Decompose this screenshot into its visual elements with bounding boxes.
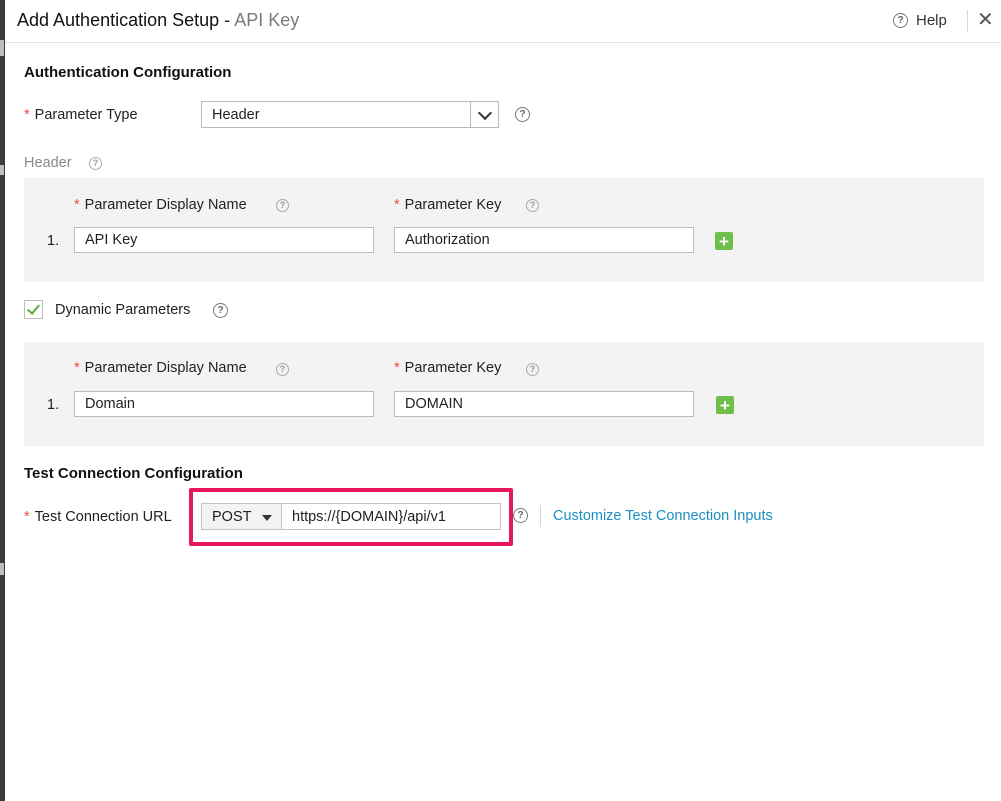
background-window-mark xyxy=(0,563,4,575)
dynamic-key-input[interactable] xyxy=(394,391,694,417)
auth-config-heading: Authentication Configuration xyxy=(24,64,232,81)
help-icon[interactable]: ? xyxy=(526,199,539,212)
dynamic-key-label: * Parameter Key xyxy=(394,360,501,376)
help-icon[interactable]: ? xyxy=(526,363,539,376)
background-window-mark xyxy=(0,165,4,175)
dialog-title-text: Add Authentication Setup xyxy=(17,10,220,30)
help-label: Help xyxy=(916,12,947,29)
chevron-down-icon xyxy=(477,105,492,120)
plus-icon: + xyxy=(719,231,729,251)
customize-test-connection-link[interactable]: Customize Test Connection Inputs xyxy=(553,508,773,524)
help-icon[interactable]: ? xyxy=(513,508,528,523)
parameter-type-select[interactable]: Header xyxy=(201,101,499,128)
help-icon[interactable]: ? xyxy=(213,303,228,318)
row-number: 1. xyxy=(47,397,60,413)
required-marker: * xyxy=(74,360,80,376)
parameter-type-value: Header xyxy=(212,107,260,123)
row-number: 1. xyxy=(47,233,60,249)
header-label-text: Header xyxy=(24,155,72,171)
dynamic-display-name-label: * Parameter Display Name xyxy=(74,360,247,376)
checkmark-icon xyxy=(26,301,41,315)
parameter-type-label: * Parameter Type xyxy=(24,107,138,123)
required-marker: * xyxy=(394,197,400,213)
add-dynamic-param-button[interactable]: + xyxy=(716,396,734,414)
display-name-label-text: Parameter Display Name xyxy=(84,197,247,213)
close-icon[interactable]: ✕ xyxy=(977,9,994,31)
background-window-edge xyxy=(0,0,5,801)
help-icon: ? xyxy=(893,13,908,28)
required-marker: * xyxy=(394,360,400,376)
dialog-header: Add Authentication Setup - API Key ? Hel… xyxy=(5,0,1001,43)
required-marker: * xyxy=(24,509,30,525)
display-name-label-text: Parameter Display Name xyxy=(84,360,247,376)
dialog-subtitle: API Key xyxy=(234,10,300,30)
help-icon[interactable]: ? xyxy=(276,363,289,376)
help-icon[interactable]: ? xyxy=(515,107,530,122)
divider xyxy=(540,505,541,527)
required-marker: * xyxy=(24,107,30,123)
help-icon[interactable]: ? xyxy=(89,157,102,170)
header-display-name-input[interactable] xyxy=(74,227,374,253)
header-key-label: * Parameter Key xyxy=(394,197,501,213)
parameter-type-label-text: Parameter Type xyxy=(34,107,138,123)
dynamic-parameters-label: Dynamic Parameters xyxy=(55,302,191,318)
background-window-mark xyxy=(0,40,4,56)
help-button[interactable]: ? Help xyxy=(893,12,947,29)
header-divider xyxy=(967,10,968,32)
plus-icon: + xyxy=(720,395,730,415)
dialog-title-separator: - xyxy=(219,10,235,30)
test-connection-url-label-text: Test Connection URL xyxy=(34,509,172,525)
add-header-param-button[interactable]: + xyxy=(715,232,733,250)
help-icon[interactable]: ? xyxy=(276,199,289,212)
key-label-text: Parameter Key xyxy=(404,360,502,376)
dialog-title: Add Authentication Setup - API Key xyxy=(17,10,299,31)
header-display-name-label: * Parameter Display Name xyxy=(74,197,247,213)
dynamic-display-name-input[interactable] xyxy=(74,391,374,417)
header-key-input[interactable] xyxy=(394,227,694,253)
required-marker: * xyxy=(74,197,80,213)
key-label-text: Parameter Key xyxy=(404,197,502,213)
header-label: Header xyxy=(24,155,72,171)
test-connection-url-label: * Test Connection URL xyxy=(24,509,172,525)
dropdown-button[interactable] xyxy=(470,102,498,127)
test-connection-heading: Test Connection Configuration xyxy=(24,465,243,482)
dynamic-parameters-checkbox[interactable] xyxy=(24,300,43,319)
highlight-annotation xyxy=(189,488,513,546)
